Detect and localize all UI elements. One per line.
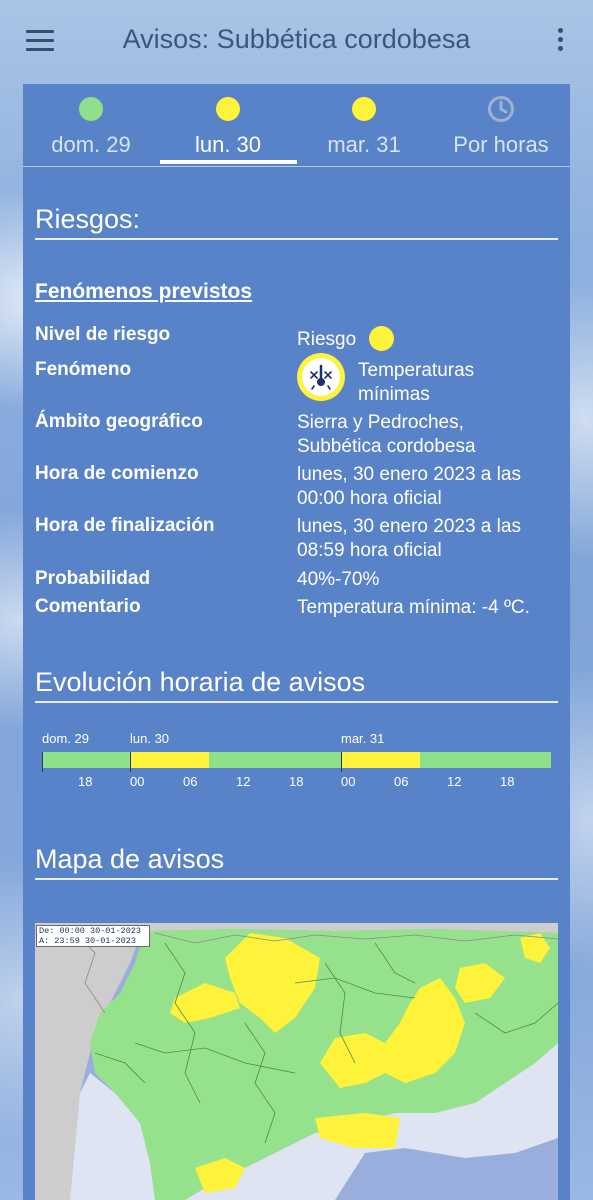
warnings-map[interactable]: De: 00:00 30-01-2023 A: 23:59 30-01-2023	[35, 923, 559, 1200]
tab-label: Por horas	[453, 132, 549, 157]
ambito-value: Sierra y Pedroches, Subbética cordobesa	[297, 412, 476, 457]
timeline-day-label: dom. 29	[42, 731, 89, 746]
timeline-day-label: mar. 31	[341, 731, 385, 746]
tab-label: mar. 31	[327, 132, 401, 157]
tab-mar-31[interactable]: mar. 31	[304, 84, 424, 164]
timeline-segment-yellow[interactable]	[341, 752, 420, 768]
timeline-hour-label: 18	[500, 774, 515, 789]
tab-lun-30[interactable]: lun. 30	[168, 84, 288, 164]
thermometer-snowflake-icon	[297, 353, 345, 401]
evolucion-heading: Evolución horaria de avisos	[35, 667, 558, 703]
tab-dom-29[interactable]: dom. 29	[31, 84, 151, 164]
timeline-hour-label: 12	[447, 774, 462, 789]
hora-comienzo-value: lunes, 30 enero 2023 a las 00:00 hora of…	[297, 464, 521, 509]
hora-finalizacion-value: lunes, 30 enero 2023 a las 08:59 hora of…	[297, 516, 521, 561]
timeline-tick	[42, 752, 43, 772]
tabs-divider	[23, 166, 570, 167]
tab-por-horas[interactable]: Por horas	[441, 84, 561, 164]
map-stamp-from: De: 00:00 30-01-2023	[39, 926, 142, 936]
timeline-hour-label: 18	[78, 774, 93, 789]
timeline-hour-label: 06	[183, 774, 198, 789]
probabilidad-value: 40%-70%	[297, 569, 380, 590]
timeline-hour-label: 00	[341, 774, 356, 789]
comentario-label: Comentario	[35, 596, 141, 617]
nivel-riesgo-label: Nivel de riesgo	[35, 324, 171, 345]
clock-icon	[488, 96, 514, 122]
green-level-dot	[79, 97, 103, 121]
hora-comienzo-label: Hora de comienzo	[35, 463, 199, 484]
timeline-segment-yellow[interactable]	[130, 752, 209, 768]
hora-finalizacion-label: Hora de finalización	[35, 515, 215, 536]
risk-level-dot	[369, 326, 394, 351]
yellow-level-dot	[352, 97, 376, 121]
map-date-stamp: De: 00:00 30-01-2023 A: 23:59 30-01-2023	[36, 925, 150, 947]
timeline-segment-green[interactable]	[420, 752, 551, 768]
probabilidad-label: Probabilidad	[35, 568, 151, 589]
mapa-heading: Mapa de avisos	[35, 844, 558, 880]
tab-label: lun. 30	[194, 132, 262, 157]
timeline-tick	[130, 752, 131, 772]
timeline-hour-label: 00	[130, 774, 145, 789]
riesgos-heading: Riesgos:	[35, 204, 558, 240]
comentario-value: Temperatura mínima: -4 ºC.	[297, 597, 530, 618]
fenomeno-value: Temperaturas mínimas	[358, 360, 475, 405]
ambito-label: Ámbito geográfico	[35, 411, 203, 432]
timeline-day-label: lun. 30	[130, 731, 170, 746]
day-tabs: dom. 29 lun. 30 mar. 31 Por horas	[23, 84, 570, 168]
timeline-hour-label: 12	[236, 774, 251, 789]
more-vert-icon[interactable]	[552, 28, 570, 54]
fenomenos-previstos-heading: Fenómenos previstos	[35, 280, 253, 303]
warnings-panel: dom. 29 lun. 30 mar. 31 Por horas Riesgo…	[23, 84, 570, 1200]
yellow-level-dot	[216, 97, 240, 121]
page-title: Avisos: Subbética cordobesa	[122, 24, 471, 54]
tab-label: dom. 29	[51, 132, 131, 157]
active-tab-indicator	[160, 160, 297, 164]
nivel-riesgo-value: Riesgo	[297, 329, 357, 350]
app-bar: Avisos: Subbética cordobesa	[0, 0, 593, 84]
fenomeno-label: Fenómeno	[35, 359, 132, 380]
timeline-tick	[341, 752, 342, 772]
timeline-segment-green[interactable]	[209, 752, 341, 768]
hourly-timeline	[42, 752, 551, 768]
timeline-hour-label: 06	[394, 774, 409, 789]
timeline-segment-green[interactable]	[42, 752, 130, 768]
map-stamp-to: A: 23:59 30-01-2023	[39, 936, 136, 946]
timeline-hour-label: 18	[289, 774, 304, 789]
